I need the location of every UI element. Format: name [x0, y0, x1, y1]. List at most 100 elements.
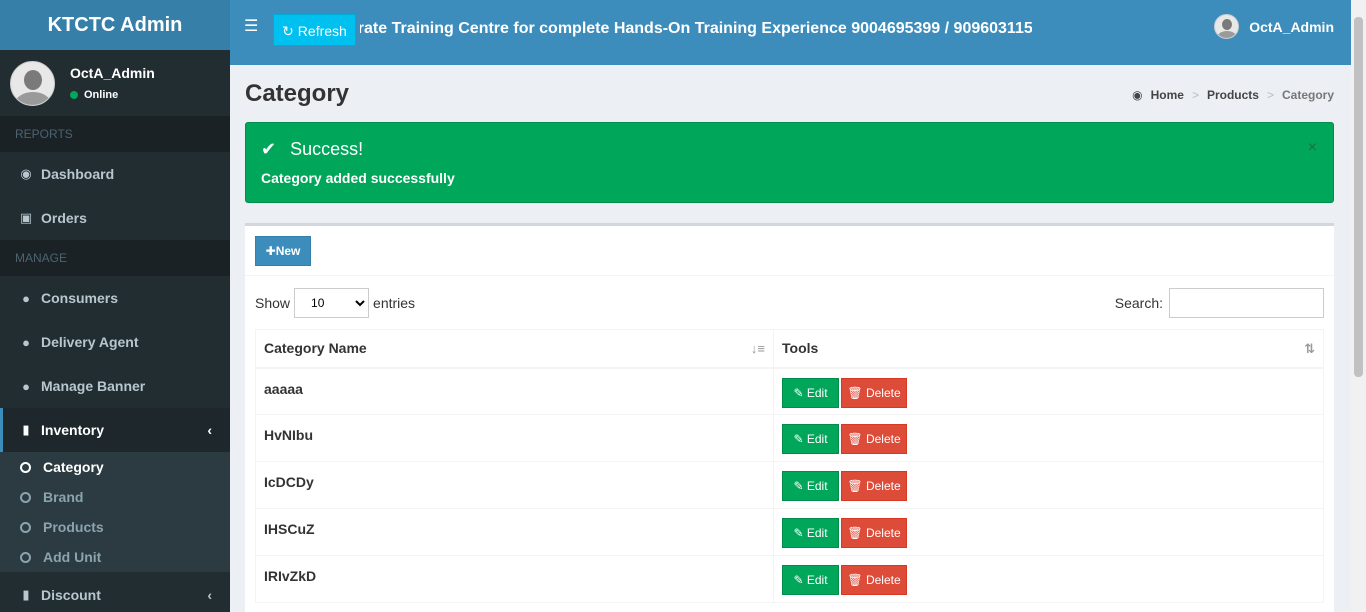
chevron-left-icon: ‹	[207, 587, 212, 603]
tools-cell: ✎ Edit 🗑 Delete	[773, 461, 1324, 509]
sort-icon: ⇅	[1304, 341, 1315, 356]
trash-icon: 🗑	[847, 385, 863, 400]
user-menu[interactable]: OctA_Admin	[1214, 14, 1334, 39]
table-row: IRIvZkD ✎ Edit 🗑 Delete	[255, 555, 1324, 603]
user-panel: OctA_Admin Online	[0, 50, 230, 116]
breadcrumb: ◉ Home > Products > Category	[1132, 88, 1334, 102]
breadcrumb-current: Category	[1281, 88, 1334, 102]
sort-asc-icon: ↓≡	[750, 341, 765, 356]
breadcrumb-products[interactable]: Products	[1207, 88, 1259, 102]
top-navbar: ☰ ↻ Refresh orate Training Centre for co…	[230, 0, 1351, 65]
edit-button[interactable]: ✎ Edit	[782, 377, 839, 408]
user-avatar-small	[1214, 14, 1240, 39]
edit-icon: ✎	[793, 526, 804, 540]
submenu-item-add-unit[interactable]: Add Unit	[0, 542, 230, 572]
delete-button[interactable]: 🗑 Delete	[841, 471, 907, 501]
new-category-button[interactable]: ✚New	[255, 236, 311, 266]
tools-cell: ✎ Edit 🗑 Delete	[773, 367, 1324, 415]
dashboard-icon: ◉	[20, 166, 32, 181]
trash-icon: 🗑	[847, 432, 863, 446]
barcode-icon: ▮	[22, 422, 30, 437]
alert-title: Success!	[290, 139, 364, 159]
delete-button[interactable]: 🗑 Delete	[841, 377, 907, 408]
breadcrumb-home[interactable]: Home	[1151, 88, 1184, 102]
page-scrollbar[interactable]	[1351, 0, 1366, 612]
barcode-icon: ▮	[22, 587, 30, 602]
edit-icon: ✎	[793, 385, 804, 400]
edit-button[interactable]: ✎ Edit	[782, 565, 839, 595]
users-icon: ●	[22, 290, 30, 306]
tools-cell: ✎ Edit 🗑 Delete	[773, 508, 1324, 556]
table-row: IcDCDy ✎ Edit 🗑 Delete	[255, 461, 1324, 509]
submenu-item-category[interactable]: Category	[0, 452, 230, 482]
sidebar-item-delivery-agent[interactable]: ● Delivery Agent	[0, 320, 230, 364]
users-icon: ●	[22, 334, 30, 350]
category-name-cell: aaaaa	[255, 367, 774, 415]
trash-icon: 🗑	[847, 479, 863, 493]
sidebar-item-discount[interactable]: ▮ Discount ‹	[0, 572, 230, 612]
success-alert: ✔ Success! Category added successfully ×	[245, 122, 1334, 203]
edit-icon: ✎	[793, 573, 804, 587]
circle-icon	[20, 521, 31, 533]
inventory-submenu: Category Brand Products Add Unit	[0, 452, 230, 572]
category-name-cell: IHSCuZ	[255, 508, 774, 556]
sidebar-item-consumers[interactable]: ● Consumers	[0, 276, 230, 320]
user-avatar	[10, 60, 55, 106]
tools-cell: ✎ Edit 🗑 Delete	[773, 414, 1324, 462]
online-dot-icon	[70, 91, 78, 99]
category-name-cell: IcDCDy	[255, 461, 774, 509]
page-size-select[interactable]: 10	[294, 288, 370, 318]
delete-button[interactable]: 🗑 Delete	[841, 565, 907, 595]
edit-icon: ✎	[793, 432, 804, 446]
chevron-left-icon: ‹	[207, 422, 212, 438]
sidebar-item-inventory[interactable]: ▮ Inventory ‹	[0, 408, 230, 452]
category-table: Category Name ↓≡ Tools ⇅ aaaaa ✎ Edit 🗑 Dele…	[255, 329, 1324, 603]
plus-icon: ✚	[265, 244, 276, 258]
sidebar-item-orders[interactable]: ▣ Orders	[0, 196, 230, 240]
refresh-icon: ↻	[282, 23, 294, 39]
table-row: HvNIbu ✎ Edit 🗑 Delete	[255, 414, 1324, 462]
money-icon: ▣	[19, 210, 33, 225]
alert-message: Category added successfully	[261, 170, 455, 186]
column-header-tools[interactable]: Tools ⇅	[773, 329, 1324, 369]
sidebar-item-manage-banner[interactable]: ● Manage Banner	[0, 364, 230, 408]
dashboard-icon: ◉	[1132, 88, 1143, 102]
section-header-reports: REPORTS	[0, 116, 230, 152]
delete-button[interactable]: 🗑 Delete	[841, 518, 907, 548]
table-row: IHSCuZ ✎ Edit 🗑 Delete	[255, 508, 1324, 556]
menu-toggle-icon[interactable]: ☰	[244, 16, 258, 36]
page-title: Category	[245, 80, 350, 107]
trash-icon: 🗑	[847, 573, 863, 587]
edit-button[interactable]: ✎ Edit	[782, 424, 839, 454]
sidebar: KTCTC Admin OctA_Admin Online REPORTS ◉ D…	[0, 0, 230, 612]
search-control: Search:	[1115, 288, 1324, 318]
users-icon: ●	[22, 378, 30, 394]
user-status: Online	[70, 89, 155, 101]
user-name: OctA_Admin	[70, 65, 155, 81]
refresh-button[interactable]: ↻ Refresh	[273, 14, 356, 46]
category-name-cell: IRIvZkD	[255, 555, 774, 603]
submenu-item-products[interactable]: Products	[0, 512, 230, 542]
category-box: ✚New Show 10 entries Search: Category Na…	[245, 223, 1334, 612]
submenu-item-brand[interactable]: Brand	[0, 482, 230, 512]
section-header-manage: MANAGE	[0, 240, 230, 276]
close-icon[interactable]: ×	[1308, 139, 1317, 157]
table-row: aaaaa ✎ Edit 🗑 Delete	[255, 367, 1324, 415]
delete-button[interactable]: 🗑 Delete	[841, 424, 907, 454]
tools-cell: ✎ Edit 🗑 Delete	[773, 555, 1324, 603]
column-header-category-name[interactable]: Category Name ↓≡	[255, 329, 774, 369]
page-size-control: Show 10 entries	[255, 288, 415, 318]
category-name-cell: HvNIbu	[255, 414, 774, 462]
sidebar-item-dashboard[interactable]: ◉ Dashboard	[0, 152, 230, 196]
edit-button[interactable]: ✎ Edit	[782, 471, 839, 501]
edit-icon: ✎	[793, 479, 804, 493]
circle-icon	[20, 491, 31, 503]
announcement-marquee: orate Training Centre for complete Hands…	[360, 20, 1032, 37]
edit-button[interactable]: ✎ Edit	[782, 518, 839, 548]
circle-icon	[20, 461, 31, 473]
search-input[interactable]	[1169, 288, 1324, 318]
check-icon: ✔	[261, 139, 277, 159]
app-logo[interactable]: KTCTC Admin	[0, 0, 230, 50]
trash-icon: 🗑	[847, 526, 863, 540]
circle-icon	[20, 551, 31, 563]
